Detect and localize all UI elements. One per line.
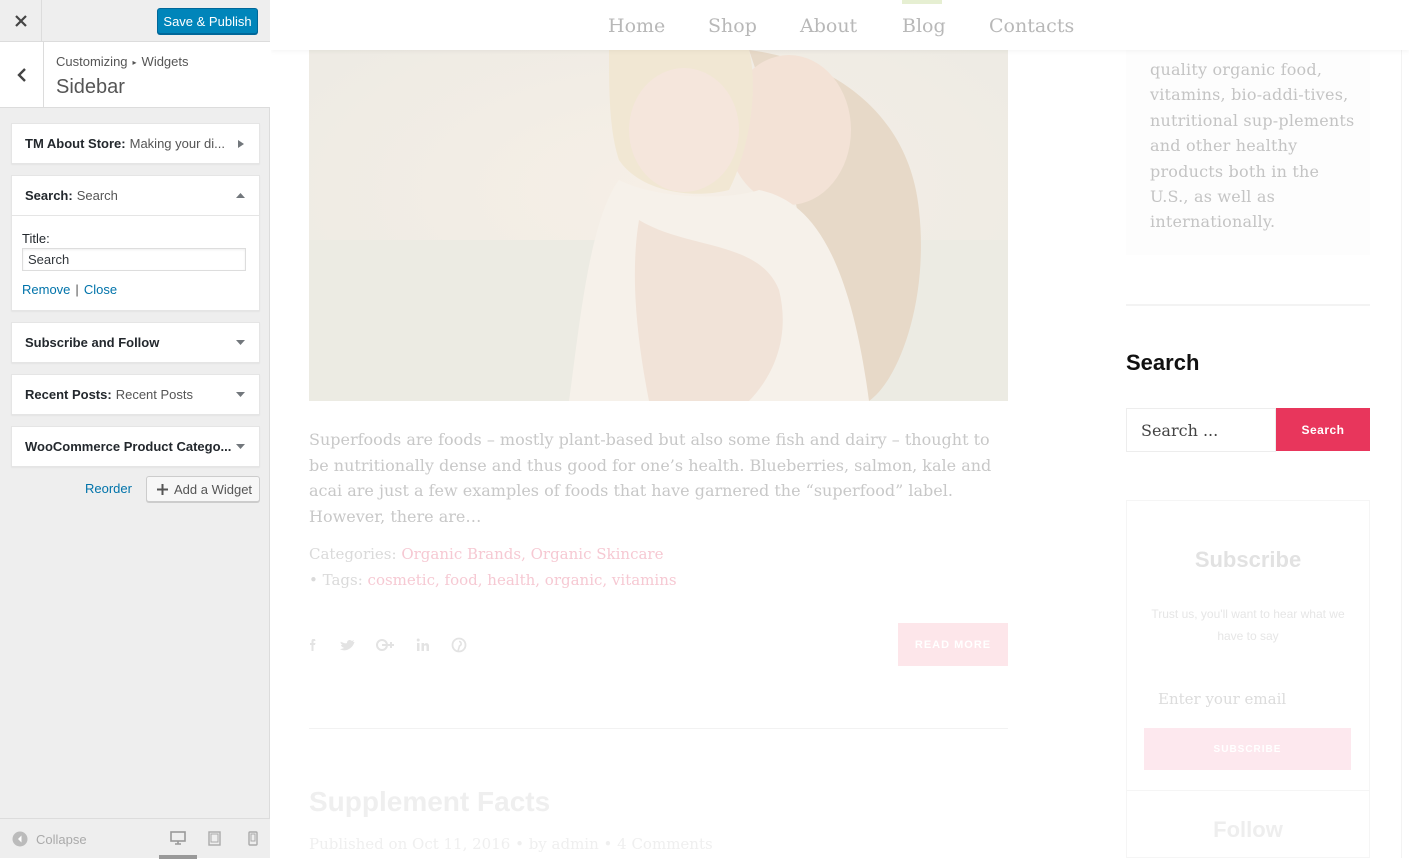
email-field[interactable]: Enter your email (1158, 690, 1286, 708)
widget-title: Recent Posts: (25, 387, 112, 402)
widget-title: Search: (25, 188, 73, 203)
facebook-icon[interactable] (307, 637, 319, 653)
nav-item-contacts[interactable]: Contacts (989, 15, 1074, 37)
pinterest-icon[interactable] (451, 637, 467, 653)
sidebar-divider (1126, 304, 1370, 306)
plus-icon (157, 483, 168, 495)
categories-links[interactable]: Organic Brands, Organic Skincare (401, 545, 663, 563)
widget-title: TM About Store: (25, 136, 126, 151)
widget-title: Subscribe and Follow (25, 335, 160, 350)
breadcrumb-root: Customizing (56, 54, 128, 69)
title-label: Title: (22, 231, 50, 246)
share-buttons (307, 637, 467, 653)
subscribe-divider (1126, 790, 1370, 791)
widget-header[interactable]: Search: Search (12, 176, 259, 215)
mother-daughter-photo (309, 50, 1008, 401)
subscribe-button[interactable]: SUBSCRIBE (1144, 728, 1351, 770)
chevron-left-icon (16, 67, 26, 82)
main-navigation: Home Shop About Blog Contacts (271, 0, 1409, 50)
remove-widget-link[interactable]: Remove (22, 282, 70, 297)
collapse-label: Collapse (36, 831, 87, 847)
active-device-indicator (159, 855, 197, 859)
mobile-preview-icon[interactable] (248, 831, 258, 846)
post-meta: Published on Oct 11, 2016 • by admin • 4… (309, 835, 713, 853)
collapse-button[interactable]: Collapse (12, 831, 87, 847)
widget-recent-posts[interactable]: Recent Posts: Recent Posts (11, 374, 260, 415)
nav-item-home[interactable]: Home (608, 15, 665, 37)
widget-title-field[interactable] (22, 248, 246, 271)
widget-search[interactable]: Search: Search Title: Remove | Close (11, 175, 260, 311)
widget-form: Title: Remove | Close (12, 215, 259, 310)
expand-arrow-icon[interactable] (236, 375, 245, 414)
tablet-preview-icon[interactable] (208, 831, 221, 846)
twitter-icon[interactable] (339, 637, 355, 653)
collapse-arrow-icon[interactable] (236, 176, 245, 215)
widget-subtitle: Recent Posts (115, 387, 194, 402)
widget-title: WooCommerce Product Catego... (25, 439, 232, 454)
post-title[interactable]: Supplement Facts (309, 786, 550, 818)
search-button[interactable]: Search (1276, 408, 1370, 451)
close-icon (14, 14, 27, 27)
widget-header[interactable]: Recent Posts: Recent Posts (12, 375, 259, 414)
widget-actions: Remove | Close (22, 282, 249, 297)
follow-title: Follow (1213, 817, 1283, 842)
add-widget-button[interactable]: Add a Widget (146, 476, 260, 502)
expand-arrow-icon[interactable] (237, 124, 245, 163)
section-header: Customizing ▸ Widgets Sidebar (0, 42, 270, 108)
google-plus-icon[interactable] (375, 637, 395, 653)
breadcrumb: Customizing ▸ Widgets (56, 54, 189, 69)
post-divider (309, 728, 1008, 729)
reorder-link[interactable]: Reorder (85, 481, 132, 496)
close-widget-link[interactable]: Close (84, 282, 117, 297)
expand-arrow-icon[interactable] (236, 427, 245, 466)
post-tags: • Tags: cosmetic, food, health, organic,… (309, 571, 677, 589)
post-excerpt: Superfoods are foods – mostly plant-base… (309, 430, 992, 526)
widget-about-store[interactable]: TM About Store: Making your di... (11, 123, 260, 164)
subscribe-text: Trust us, you'll want to hear what we ha… (1151, 607, 1345, 643)
section-title: Sidebar (56, 76, 125, 98)
action-separator: | (75, 282, 79, 297)
categories-label: Categories: (309, 545, 397, 563)
close-customizer-button[interactable] (0, 0, 42, 41)
subscribe-title: Subscribe (1194, 547, 1302, 572)
site-preview: Home Shop About Blog Contacts Superfoods… (271, 0, 1409, 858)
widget-header[interactable]: WooCommerce Product Catego... (12, 427, 259, 466)
nav-item-blog[interactable]: Blog (902, 15, 946, 37)
nav-active-indicator (902, 0, 942, 4)
widget-header[interactable]: Subscribe and Follow (12, 323, 259, 362)
nav-item-about[interactable]: About (800, 15, 857, 37)
preview-scrollbar[interactable] (1401, 0, 1409, 858)
widget-header[interactable]: TM About Store: Making your di... (12, 124, 259, 163)
desktop-preview-icon[interactable] (170, 831, 186, 845)
customizer-header: Save & Publish (0, 0, 270, 42)
collapse-arrow-icon (12, 831, 28, 847)
breadcrumb-child: Widgets (141, 54, 189, 69)
customizer-footer: Collapse (0, 818, 270, 859)
customizer-panel: Save & Publish Customizing ▸ Widgets Sideb… (0, 0, 270, 859)
widget-subtitle: Making your di... (129, 136, 225, 151)
tags-links[interactable]: cosmetic, food, health, organic, vitamin… (368, 571, 677, 589)
breadcrumb-separator-icon: ▸ (132, 58, 137, 67)
post-categories: Categories: Organic Brands, Organic Skin… (309, 545, 663, 563)
expand-arrow-icon[interactable] (236, 323, 245, 362)
about-store-text: quality organic food, vitamins, bio-addi… (1150, 60, 1355, 232)
search-widget-title: Search (1126, 350, 1200, 375)
widget-product-categories[interactable]: WooCommerce Product Catego... (11, 426, 260, 467)
add-widget-label: Add a Widget (174, 481, 253, 497)
save-publish-button[interactable]: Save & Publish (157, 8, 258, 34)
nav-item-shop[interactable]: Shop (708, 15, 757, 37)
search-input[interactable]: Search ... (1126, 408, 1276, 452)
tags-label: • Tags: (309, 571, 363, 589)
linkedin-icon[interactable] (415, 637, 431, 653)
widget-subtitle: Search (76, 188, 118, 203)
widget-subscribe-follow[interactable]: Subscribe and Follow (11, 322, 260, 363)
back-button[interactable] (0, 42, 44, 107)
read-more-button[interactable]: READ MORE (898, 623, 1008, 666)
post-featured-image[interactable] (309, 50, 1008, 401)
